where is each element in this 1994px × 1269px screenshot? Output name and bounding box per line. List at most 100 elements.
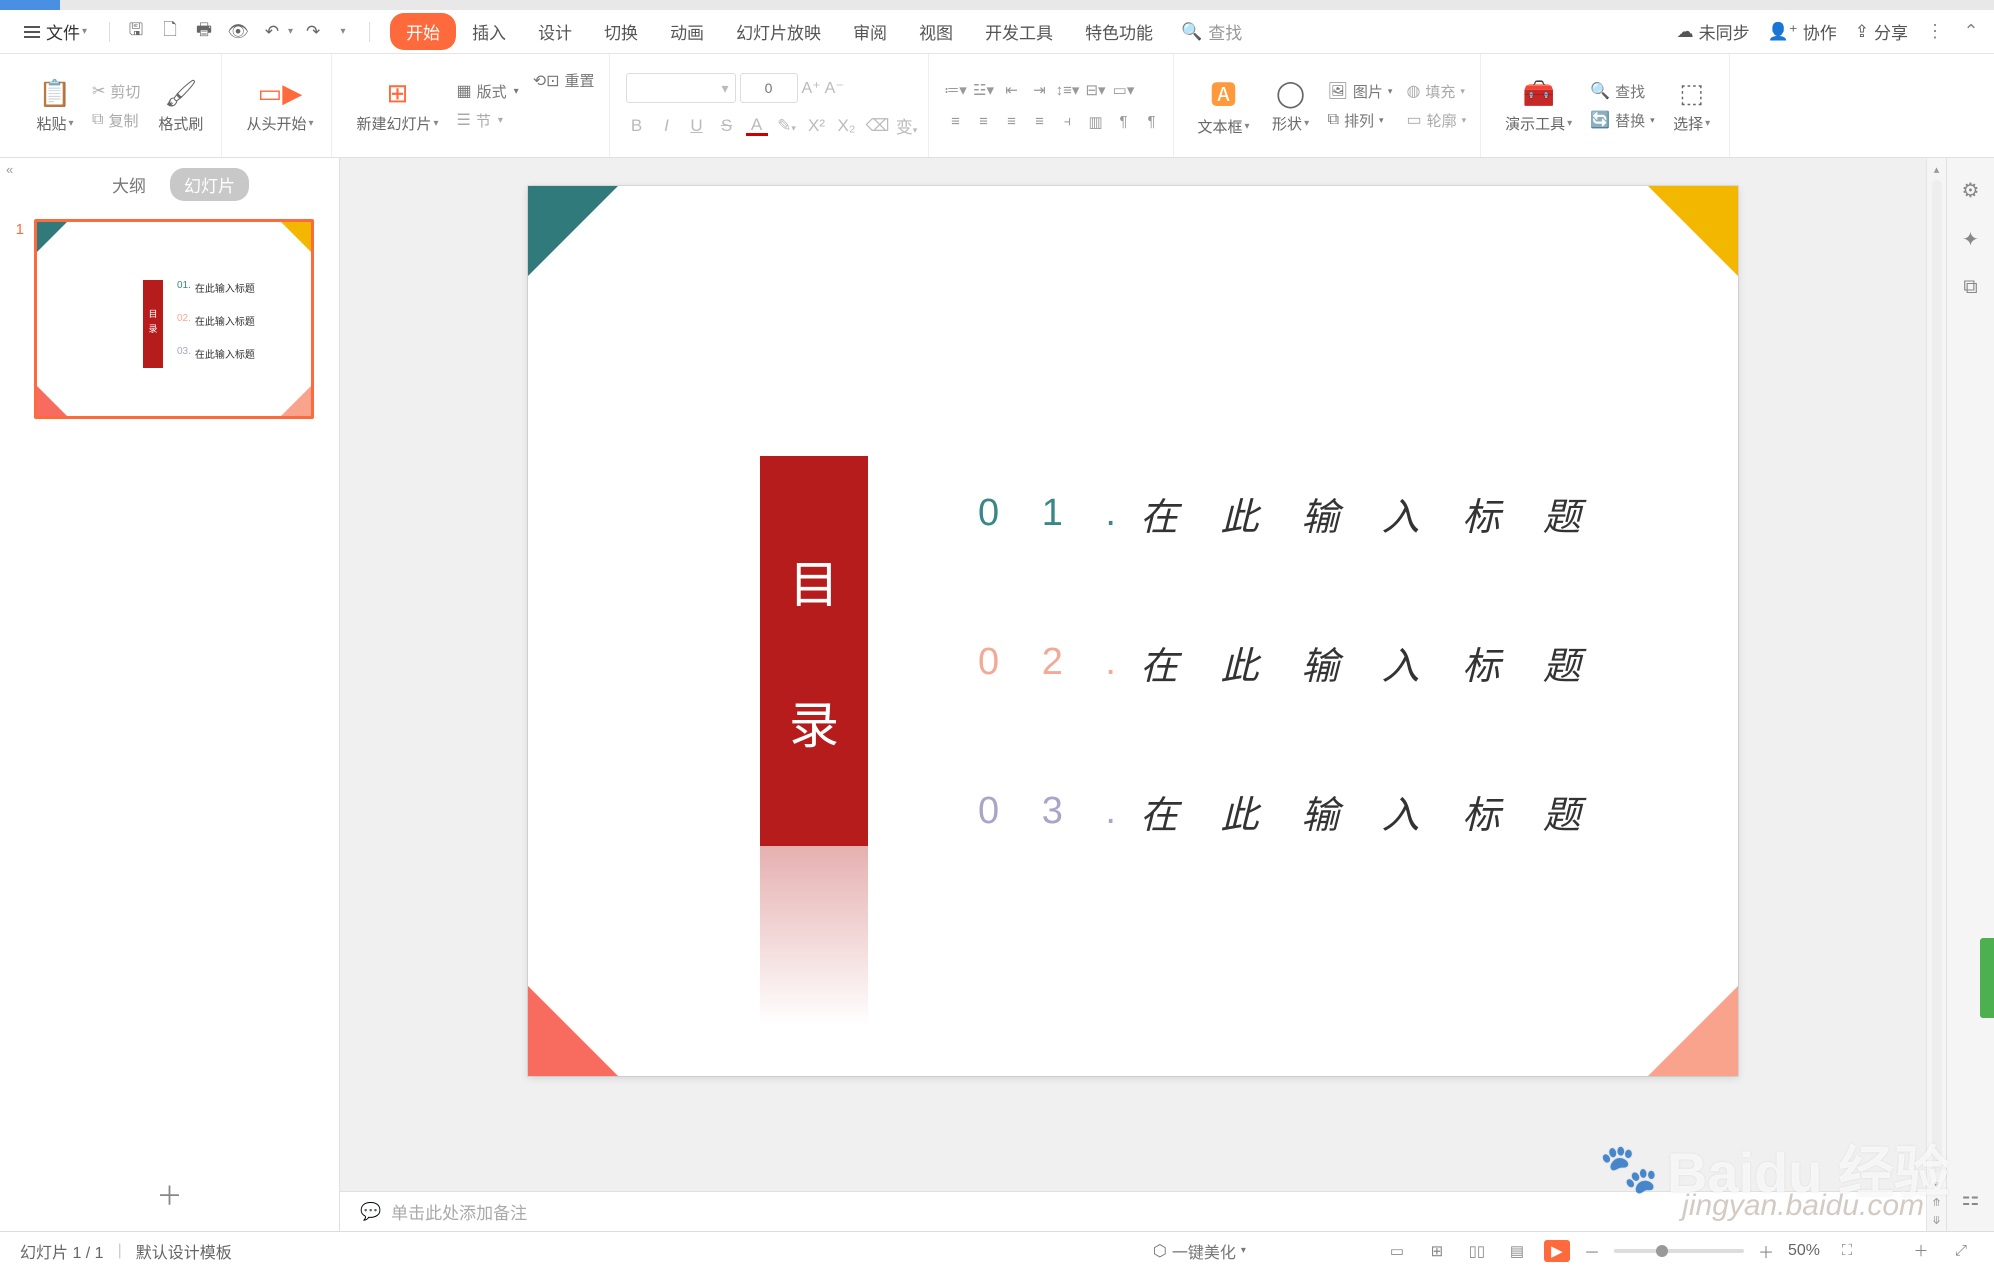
underline-icon[interactable]: U — [686, 116, 708, 136]
text-direction-icon[interactable]: ⊟▾ — [1085, 79, 1107, 101]
notes-bar[interactable]: 💬 单击此处添加备注 — [340, 1191, 1926, 1231]
tab-start[interactable]: 开始 — [390, 13, 456, 50]
indent-left-icon[interactable]: ⇤ — [1001, 79, 1023, 101]
font-color-icon[interactable]: A — [746, 115, 768, 136]
paste-button[interactable]: 📋 粘贴▾ — [28, 74, 82, 138]
settings-rail-icon[interactable]: ⚙ — [1962, 178, 1980, 203]
slide-canvas[interactable]: 目 录 0 1 . 在 此 输 入 标 题 0 2 . 在 此 输 入 标 题 — [528, 186, 1738, 1076]
scroll-track[interactable] — [1932, 180, 1942, 1173]
align-right-icon[interactable]: ≡ — [1001, 111, 1023, 133]
start-from-button[interactable]: ▭▶ 从头开始▾ — [238, 74, 321, 138]
tab-review[interactable]: 审阅 — [837, 13, 903, 50]
tab-view[interactable]: 视图 — [903, 13, 969, 50]
superscript-icon[interactable]: X² — [806, 116, 828, 136]
fit-window-icon[interactable]: ⛶ — [1834, 1240, 1860, 1262]
quick-access-more[interactable]: ▾ — [329, 18, 357, 46]
design-rail-icon[interactable]: ✦ — [1962, 227, 1979, 252]
font-name-input[interactable]: ▾ — [626, 73, 736, 103]
ltr-icon[interactable]: ¶ — [1141, 111, 1163, 133]
slide-thumbnail-1[interactable]: 1 目录 01.在此输入标题 02.在此输入标题 03.在此输入标题 — [10, 219, 329, 419]
tab-slideshow[interactable]: 幻灯片放映 — [720, 13, 837, 50]
clear-format-icon[interactable]: ⌫ — [866, 116, 888, 136]
share-button[interactable]: ⇪分享 — [1855, 19, 1908, 44]
collapse-ribbon-icon[interactable]: ⌃ — [1962, 23, 1980, 41]
bold-icon[interactable]: B — [626, 116, 648, 136]
toc-entry-1[interactable]: 0 1 . 在 此 输 入 标 题 — [978, 486, 1597, 541]
beautify-button[interactable]: ⬡一键美化▾ — [1153, 1239, 1246, 1263]
rtl-icon[interactable]: ¶ — [1113, 111, 1135, 133]
save-icon[interactable]: 🖫 — [122, 18, 150, 46]
print-icon[interactable]: 🖶 — [190, 18, 218, 46]
align-text-icon[interactable]: ▭▾ — [1113, 79, 1135, 101]
tab-animation[interactable]: 动画 — [654, 13, 720, 50]
more-icon[interactable]: ⋮ — [1926, 23, 1944, 41]
fullscreen-icon[interactable]: ⤢ — [1948, 1240, 1974, 1262]
highlight-icon[interactable]: ✎▾ — [776, 116, 798, 136]
grid-rail-icon[interactable]: ⚏ — [1962, 1186, 1980, 1211]
zoom-level[interactable]: 50% — [1788, 1242, 1820, 1260]
format-painter-button[interactable]: 🖌 格式刷 — [150, 74, 211, 138]
side-float-tab[interactable] — [1980, 938, 1994, 1018]
outline-tab[interactable]: 大纲 — [98, 168, 160, 201]
normal-view-icon[interactable]: ▭ — [1384, 1240, 1410, 1262]
numbering-icon[interactable]: ☳▾ — [973, 79, 995, 101]
sync-status[interactable]: ☁未同步 — [1677, 19, 1750, 44]
prev-slide-icon[interactable]: ⤊ — [1930, 1195, 1944, 1209]
toc-entry-3[interactable]: 0 3 . 在 此 输 入 标 题 — [978, 784, 1597, 839]
distribute-icon[interactable]: ⫞ — [1057, 111, 1079, 133]
zoom-out-icon[interactable]: － — [1584, 1239, 1600, 1263]
save-as-icon[interactable]: 🗋 — [156, 18, 184, 46]
replace-button[interactable]: 🔄替换▾ — [1586, 108, 1658, 133]
outline-button[interactable]: ▭轮廓▾ — [1402, 108, 1470, 133]
collab-button[interactable]: 👤⁺协作 — [1768, 19, 1837, 44]
bullets-icon[interactable]: ≔▾ — [945, 79, 967, 101]
collapse-panel-icon[interactable]: « — [6, 162, 13, 177]
slideshow-view-icon[interactable]: ▶ — [1544, 1240, 1570, 1262]
preview-icon[interactable]: 👁 — [224, 18, 252, 46]
zoom-in-icon[interactable]: ＋ — [1758, 1239, 1774, 1263]
sorter-view-icon[interactable]: ⊞ — [1424, 1240, 1450, 1262]
find-button[interactable]: 🔍查找 — [1586, 79, 1658, 104]
arrange-button[interactable]: ⧉排列▾ — [1324, 108, 1397, 133]
align-justify-icon[interactable]: ≡ — [1029, 111, 1051, 133]
align-left-icon[interactable]: ≡ — [945, 111, 967, 133]
search-box[interactable]: 🔍 查找 — [1181, 19, 1242, 44]
add-pane-icon[interactable]: ＋ — [1908, 1240, 1934, 1262]
picture-button[interactable]: 🖼图片▾ — [1324, 79, 1397, 104]
font-size-input[interactable] — [740, 73, 798, 103]
next-slide-icon[interactable]: ⤋ — [1930, 1213, 1944, 1227]
add-slide-button[interactable]: ＋ — [0, 1158, 339, 1231]
copy-button[interactable]: ⧉复制 — [88, 108, 144, 133]
toc-entry-2[interactable]: 0 2 . 在 此 输 入 标 题 — [978, 635, 1597, 690]
present-tools-button[interactable]: 🧰 演示工具▾ — [1497, 74, 1580, 138]
line-spacing-icon[interactable]: ↕≡▾ — [1057, 79, 1079, 101]
clipboard-rail-icon[interactable]: ⧉ — [1963, 276, 1977, 299]
section-button[interactable]: ☰节▾ — [453, 108, 523, 133]
file-menu[interactable]: 文件 ▾ — [14, 15, 97, 48]
toc-title-block[interactable]: 目 录 — [760, 456, 868, 846]
cut-button[interactable]: ✂剪切 — [88, 79, 144, 104]
vertical-scrollbar[interactable]: ▴ ▾ ⤊ ⤋ — [1926, 158, 1946, 1231]
select-button[interactable]: ⬚ 选择▾ — [1665, 74, 1719, 138]
scroll-up-icon[interactable]: ▴ — [1930, 162, 1944, 176]
zoom-thumb[interactable] — [1656, 1245, 1668, 1257]
fill-button[interactable]: ◍填充▾ — [1402, 79, 1470, 104]
redo-icon[interactable]: ↷ — [299, 18, 327, 46]
increase-font-icon[interactable]: A⁺ — [802, 78, 821, 98]
new-slide-button[interactable]: ⊞ 新建幻灯片▾ — [348, 74, 446, 138]
columns-icon[interactable]: ▥ — [1085, 111, 1107, 133]
reading-view-icon[interactable]: ▯▯ — [1464, 1240, 1490, 1262]
indent-right-icon[interactable]: ⇥ — [1029, 79, 1051, 101]
decrease-font-icon[interactable]: A⁻ — [825, 78, 844, 98]
tab-features[interactable]: 特色功能 — [1069, 13, 1169, 50]
slides-tab[interactable]: 幻灯片 — [170, 168, 249, 201]
shape-button[interactable]: ◯ 形状▾ — [1264, 74, 1318, 138]
layout-button[interactable]: ▦版式▾ — [453, 79, 523, 104]
reset-button[interactable]: ⟲⊡重置 — [529, 68, 599, 93]
tab-insert[interactable]: 插入 — [456, 13, 522, 50]
align-center-icon[interactable]: ≡ — [973, 111, 995, 133]
tab-design[interactable]: 设计 — [522, 13, 588, 50]
italic-icon[interactable]: I — [656, 116, 678, 136]
undo-icon[interactable]: ↶ — [258, 18, 286, 46]
subscript-icon[interactable]: X₂ — [836, 116, 858, 136]
